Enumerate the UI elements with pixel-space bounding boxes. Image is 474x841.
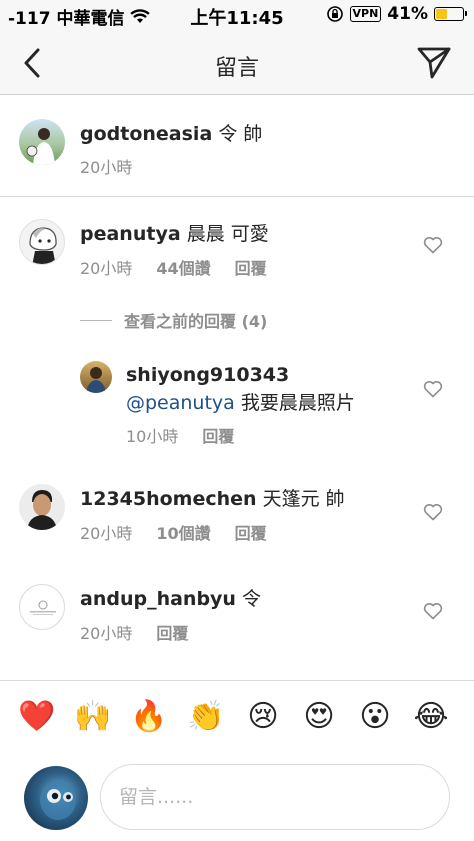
- comment-time: 20小時: [80, 259, 133, 278]
- vpn-badge: VPN: [349, 6, 382, 22]
- view-previous-replies[interactable]: 查看之前的回覆 (4): [80, 308, 267, 332]
- cartoon-avatar-icon: [29, 227, 57, 264]
- clapping-emoji-button[interactable]: 👏: [186, 699, 226, 735]
- comment-input[interactable]: [100, 764, 450, 830]
- avatar: [24, 766, 88, 830]
- comment-time: 20小時: [80, 524, 133, 543]
- comment-item: 12345homechen 天篷元 帥 20小時 10個讚 回覆: [0, 462, 474, 562]
- like-count[interactable]: 44個讚: [156, 255, 210, 279]
- comment-text: 令: [235, 588, 262, 610]
- like-count[interactable]: 10個讚: [156, 520, 210, 544]
- comment-time: 10小時: [126, 427, 179, 446]
- reply-text-line: @peanutya 我要晨晨照片: [126, 388, 355, 415]
- comment-time: 20小時: [80, 158, 133, 177]
- reply-button[interactable]: 回覆: [235, 255, 267, 279]
- character-avatar-icon: [40, 780, 76, 820]
- heart-emoji-button[interactable]: ❤️: [17, 699, 57, 735]
- comment-meta: 20小時 回覆: [80, 620, 188, 644]
- comment-meta: 10小時 回覆: [126, 423, 234, 447]
- person-silhouette-icon: [27, 490, 57, 530]
- avatar[interactable]: [19, 119, 65, 165]
- comment-composer: [0, 760, 474, 841]
- caption-text: godtoneasia 令 帥: [80, 119, 262, 146]
- avatar[interactable]: [80, 361, 112, 393]
- reply-button[interactable]: 回覆: [235, 520, 267, 544]
- comment-meta: 20小時 10個讚 回覆: [80, 520, 267, 544]
- battery-level: [436, 9, 447, 19]
- view-replies-label[interactable]: 查看之前的回覆 (4): [124, 308, 267, 332]
- battery-icon: [434, 7, 467, 21]
- heart-icon[interactable]: [423, 602, 443, 620]
- comment-username[interactable]: godtoneasia: [80, 123, 212, 145]
- mention-link[interactable]: @peanutya: [126, 392, 235, 414]
- avatar[interactable]: [19, 219, 65, 265]
- comment-text: 我要晨晨照片: [234, 392, 355, 414]
- comment-text-line: 12345homechen 天篷元 帥: [80, 484, 345, 511]
- navigation-bar: 留言: [0, 32, 474, 95]
- comment-time: 20小時: [80, 624, 133, 643]
- heart-icon[interactable]: [423, 380, 443, 398]
- comment-meta: 20小時: [80, 154, 132, 178]
- replies-line: [80, 319, 112, 321]
- comment-username[interactable]: peanutya: [80, 223, 181, 245]
- comment-text-line: andup_hanbyu 令: [80, 584, 261, 611]
- reply-item: shiyong910343 @peanutya 我要晨晨照片 10小時 回覆: [0, 350, 474, 450]
- logo-icon: [30, 600, 56, 615]
- fire-emoji-button[interactable]: 🔥: [129, 699, 169, 735]
- heart-eyes-emoji-button[interactable]: 😍: [299, 699, 339, 735]
- reply-username-line: shiyong910343: [126, 364, 289, 386]
- battery-percent: 41%: [387, 4, 428, 24]
- surprised-emoji-button[interactable]: 😮: [355, 699, 395, 735]
- emoji-bar: ❤️ 🙌 🔥 👏 😢 😍 😮 😂: [0, 680, 474, 760]
- paper-plane-icon[interactable]: [416, 44, 452, 80]
- heart-icon[interactable]: [423, 236, 443, 254]
- comment-text-line: peanutya 晨晨 可愛: [80, 219, 269, 246]
- comment-username[interactable]: andup_hanbyu: [80, 588, 236, 610]
- page-title: 留言: [214, 56, 259, 81]
- reply-button[interactable]: 回覆: [156, 620, 188, 644]
- comment-text: 天篷元 帥: [256, 488, 345, 510]
- status-bar: -117 中華電信 上午11:45 VPN 41%: [0, 0, 474, 32]
- raising-hands-emoji-button[interactable]: 🙌: [73, 699, 113, 735]
- comment-username[interactable]: 12345homechen: [80, 488, 257, 510]
- person-silhouette-icon: [26, 128, 55, 165]
- comment-item: andup_hanbyu 令 20小時 回覆: [0, 562, 474, 662]
- comment-item: peanutya 晨晨 可愛 20小時 44個讚 回覆: [0, 197, 474, 287]
- avatar[interactable]: [19, 584, 65, 630]
- comment-text: 晨晨 可愛: [180, 223, 269, 245]
- status-right: VPN 41%: [326, 4, 467, 24]
- reply-button[interactable]: 回覆: [202, 423, 234, 447]
- comment-text: 令 帥: [212, 123, 263, 145]
- laughing-emoji-button[interactable]: 😂: [411, 699, 451, 735]
- caption-comment: godtoneasia 令 帥 20小時: [0, 95, 474, 196]
- crying-emoji-button[interactable]: 😢: [243, 699, 283, 735]
- rotation-lock-icon: [326, 6, 343, 22]
- comment-username[interactable]: shiyong910343: [126, 364, 289, 386]
- person-silhouette-icon: [86, 367, 106, 393]
- heart-icon[interactable]: [423, 503, 443, 521]
- comment-meta: 20小時 44個讚 回覆: [80, 255, 267, 279]
- avatar[interactable]: [19, 484, 65, 530]
